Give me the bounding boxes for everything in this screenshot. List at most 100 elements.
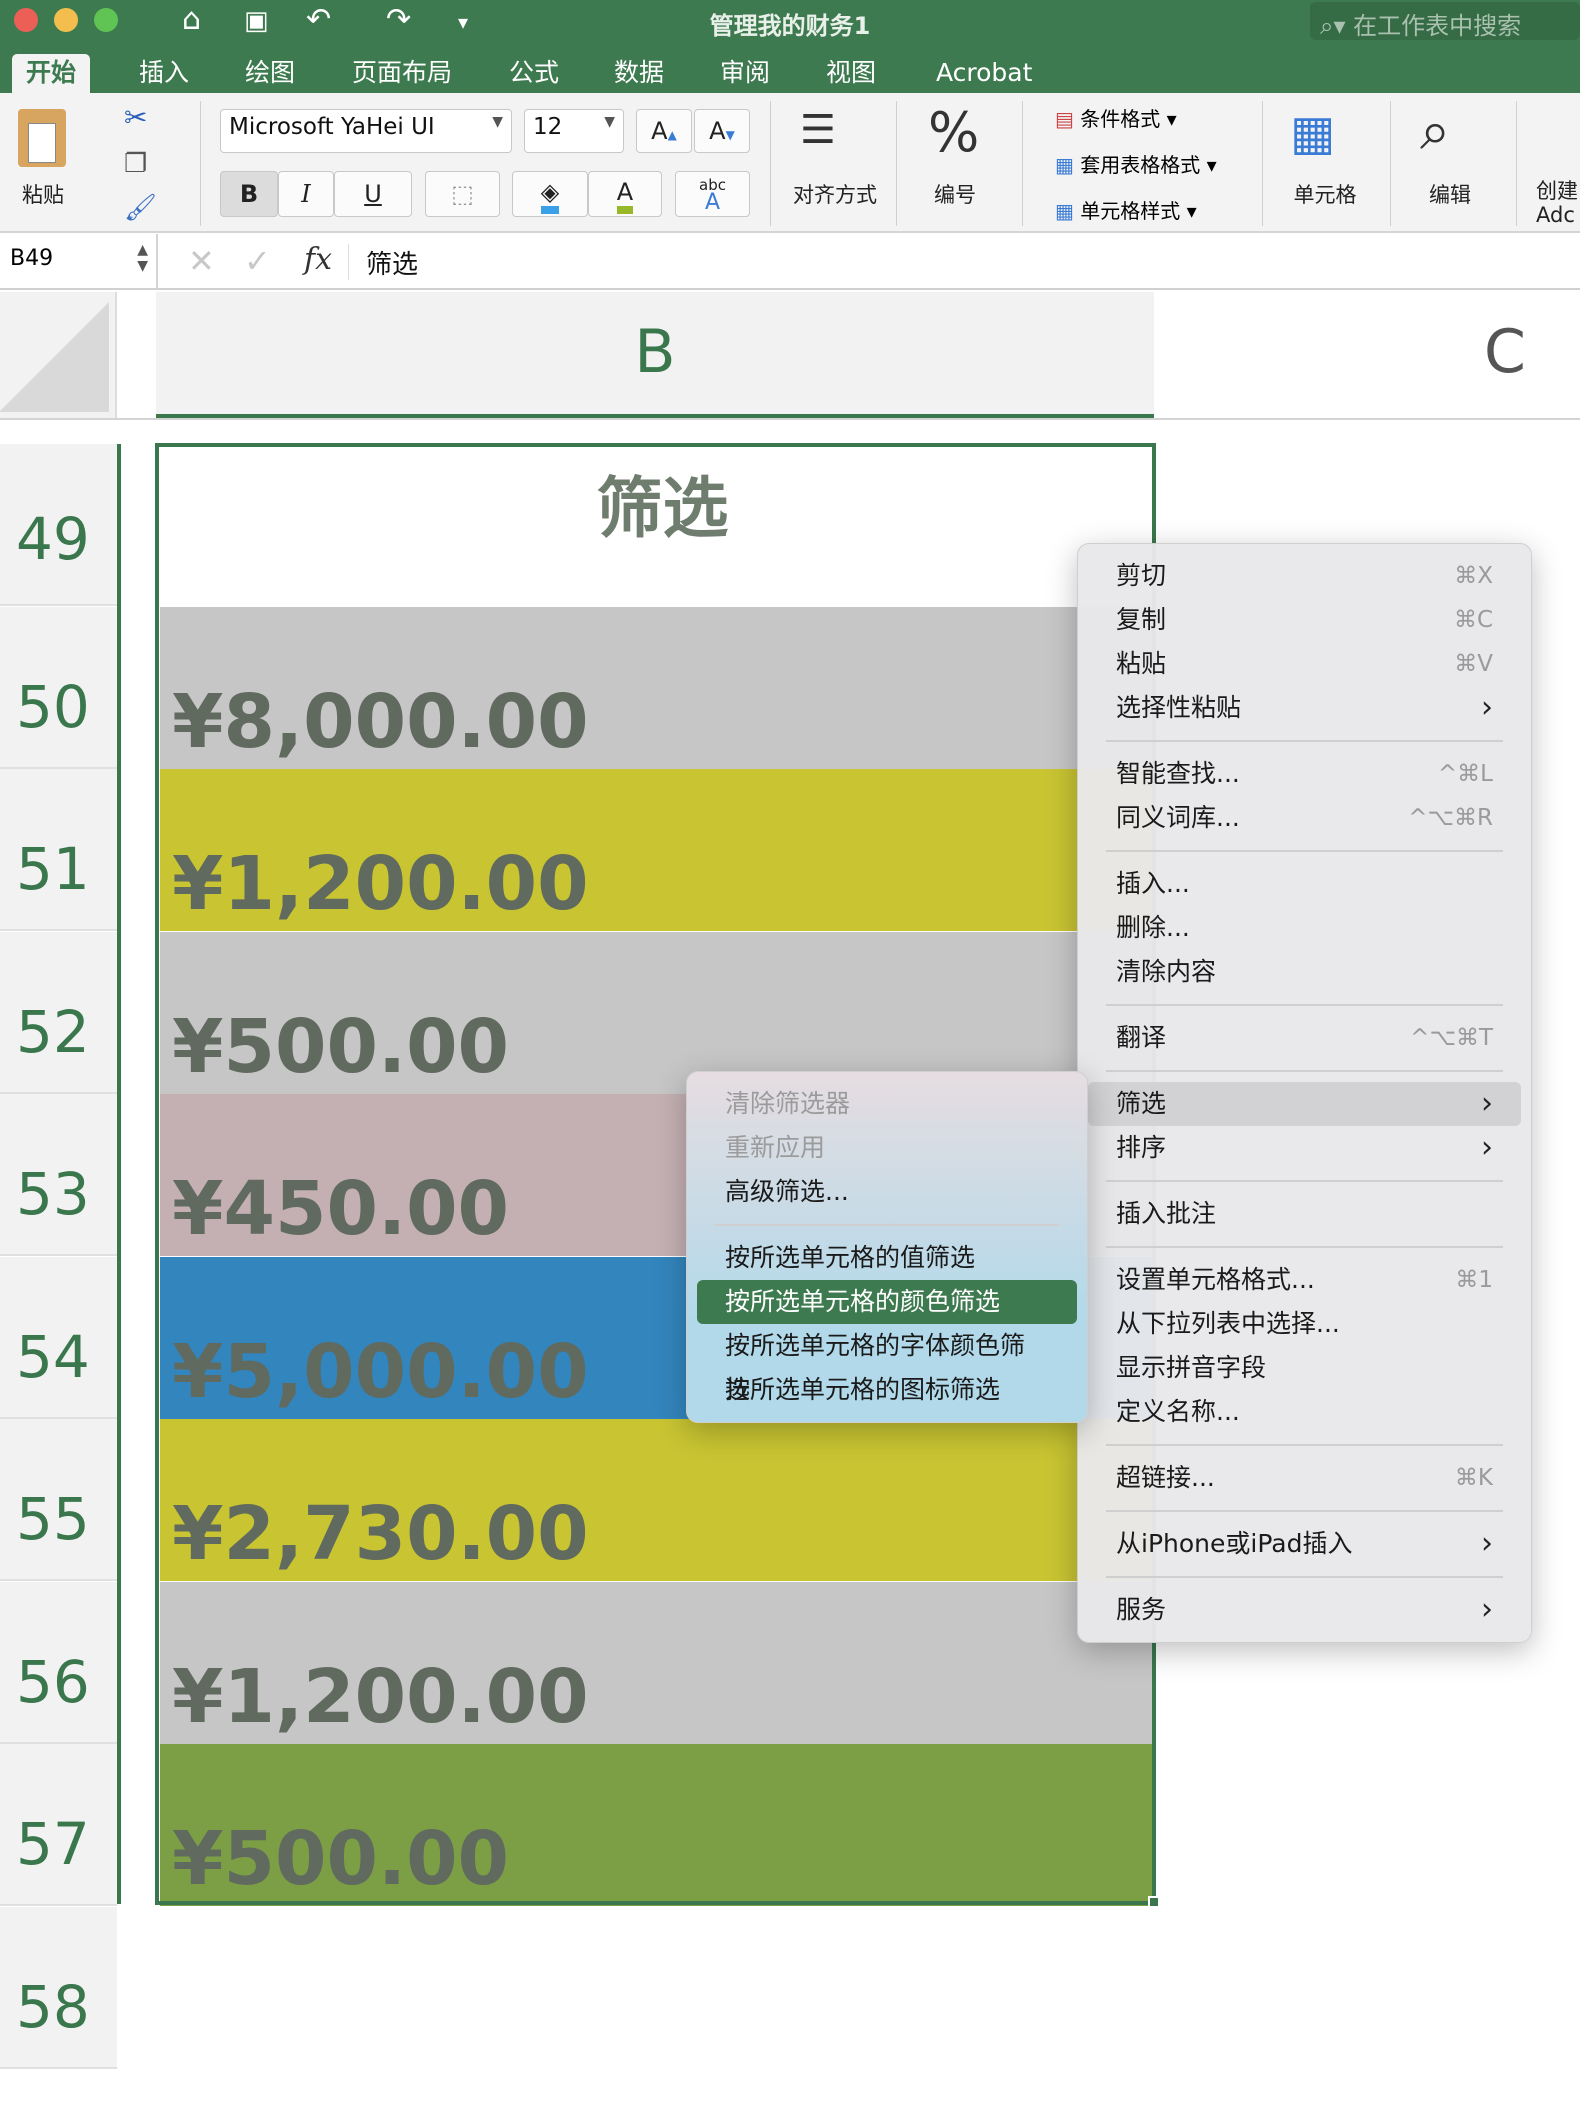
cut-icon[interactable]: ✂ xyxy=(124,101,147,134)
menu-item[interactable]: 从下拉列表中选择... xyxy=(1088,1302,1521,1346)
font-name-select[interactable]: Microsoft YaHei UI ▼ xyxy=(220,109,512,153)
font-size-select[interactable]: 12 ▼ xyxy=(524,109,624,153)
chevron-right-icon: › xyxy=(1481,1130,1493,1165)
font-color-button[interactable]: A xyxy=(588,171,662,217)
menu-item[interactable]: 设置单元格格式... ⌘1 xyxy=(1088,1258,1521,1302)
shortcut-label: ^⌘L xyxy=(1437,761,1493,787)
menu-item[interactable]: 粘贴 ⌘V xyxy=(1088,642,1521,686)
grow-font-button[interactable]: A▲ xyxy=(636,109,692,153)
menu-item[interactable]: 高级筛选... xyxy=(697,1170,1077,1214)
menu-item[interactable]: 按所选单元格的图标筛选 xyxy=(697,1368,1077,1412)
menu-item[interactable]: 按所选单元格的颜色筛选 xyxy=(697,1280,1077,1324)
name-box[interactable]: B49 ▲ ▼ xyxy=(0,234,158,288)
conditional-format-button[interactable]: ▤ 条件格式 ▾ xyxy=(1055,103,1177,132)
row-header[interactable]: 58 xyxy=(0,1906,117,2069)
format-painter-icon[interactable]: 🖌 xyxy=(124,193,157,223)
column-header-b[interactable]: B xyxy=(156,292,1154,418)
sheet-search-input[interactable]: ⌕▾ 在工作表中搜索 xyxy=(1310,2,1580,40)
copy-icon[interactable]: ❐ xyxy=(124,149,147,179)
menu-item-label: 按所选单元格的值筛选 xyxy=(725,1243,976,1272)
formula-input[interactable]: 筛选 xyxy=(366,244,418,281)
tab-data[interactable]: 数据 xyxy=(600,54,678,93)
menu-item[interactable]: 重新应用 xyxy=(697,1126,1077,1170)
row-header[interactable]: 52 xyxy=(0,931,117,1094)
menu-separator xyxy=(1078,1434,1531,1456)
menu-item[interactable]: 剪切 ⌘X xyxy=(1088,554,1521,598)
row-header[interactable]: 55 xyxy=(0,1419,117,1581)
alignment-button[interactable]: 对齐方式 xyxy=(785,179,885,209)
format-as-table-button[interactable]: ▦ 套用表格格式 ▾ xyxy=(1055,149,1217,178)
fill-handle[interactable] xyxy=(1148,1896,1160,1908)
select-all-corner[interactable] xyxy=(0,292,117,418)
paste-icon[interactable] xyxy=(18,109,66,167)
tab-insert[interactable]: 插入 xyxy=(125,54,203,93)
row-header[interactable]: 49 xyxy=(0,444,117,606)
edit-button[interactable]: 编辑 xyxy=(1415,179,1485,209)
menu-item[interactable]: 清除筛选器 xyxy=(697,1082,1077,1126)
row-header[interactable]: 54 xyxy=(0,1256,117,1419)
menu-item[interactable]: 删除... xyxy=(1088,906,1521,950)
tab-view[interactable]: 视图 xyxy=(812,54,890,93)
menu-item[interactable]: 插入批注 xyxy=(1088,1192,1521,1236)
menu-item[interactable]: 同义词库... ^⌥⌘R xyxy=(1088,796,1521,840)
row-header[interactable]: 50 xyxy=(0,606,117,769)
row-header[interactable]: 56 xyxy=(0,1581,117,1744)
chevron-right-icon: › xyxy=(1481,1526,1493,1561)
font-name-value: Microsoft YaHei UI xyxy=(229,114,435,140)
menu-item[interactable]: 按所选单元格的字体颜色筛选 xyxy=(697,1324,1077,1404)
create-adobe-pdf-button[interactable]: 创建 Adc xyxy=(1536,179,1578,227)
menu-item[interactable]: 超链接... ⌘K xyxy=(1088,1456,1521,1500)
percent-icon[interactable]: % xyxy=(928,101,979,164)
menu-item[interactable]: 服务 › xyxy=(1088,1588,1521,1632)
menu-item[interactable]: 排序 › xyxy=(1088,1126,1521,1170)
menu-item-label: 清除筛选器 xyxy=(725,1089,851,1118)
row-header[interactable]: 53 xyxy=(0,1094,117,1256)
menu-item[interactable]: 定义名称... xyxy=(1088,1390,1521,1434)
row-header[interactable]: 51 xyxy=(0,769,117,931)
tab-formulas[interactable]: 公式 xyxy=(495,54,573,93)
row-header[interactable]: 57 xyxy=(0,1744,117,1906)
menu-item-label: 排序 xyxy=(1116,1133,1167,1162)
cancel-icon[interactable]: ✕ xyxy=(188,242,215,280)
underline-button[interactable]: U xyxy=(334,171,412,217)
menu-item[interactable]: 智能查找... ^⌘L xyxy=(1088,752,1521,796)
shortcut-label: ⌘C xyxy=(1453,607,1493,633)
cells-button[interactable]: 单元格 xyxy=(1285,179,1365,209)
insert-function-button[interactable]: fx xyxy=(304,242,332,277)
tab-page-layout[interactable]: 页面布局 xyxy=(338,54,466,93)
menu-item[interactable]: 筛选 › xyxy=(1088,1082,1521,1126)
shrink-font-button[interactable]: A▼ xyxy=(694,109,750,153)
confirm-icon[interactable]: ✓ xyxy=(244,242,271,280)
column-header-c[interactable]: C xyxy=(1154,292,1580,418)
menu-item[interactable]: 翻译 ^⌥⌘T xyxy=(1088,1016,1521,1060)
menu-item[interactable]: 清除内容 xyxy=(1088,950,1521,994)
menu-item[interactable]: 选择性粘贴 › xyxy=(1088,686,1521,730)
borders-button[interactable]: ⬚ xyxy=(425,171,500,217)
fill-color-button[interactable]: ◈ xyxy=(512,171,588,217)
menu-item-label: 智能查找... xyxy=(1116,759,1240,788)
number-format-button[interactable]: 编号 xyxy=(920,179,990,209)
tab-draw[interactable]: 绘图 xyxy=(231,54,309,93)
menu-item[interactable]: 显示拼音字段 xyxy=(1088,1346,1521,1390)
bold-button[interactable]: B xyxy=(220,171,278,217)
menu-item[interactable]: 从iPhone或iPad插入 › xyxy=(1088,1522,1521,1566)
cell-styles-button[interactable]: ▦ 单元格样式 ▾ xyxy=(1055,195,1197,224)
align-icon[interactable]: ☰ xyxy=(800,107,836,153)
divider xyxy=(1390,101,1391,226)
table-cell[interactable] xyxy=(160,1906,1153,2069)
menu-item[interactable]: 按所选单元格的值筛选 xyxy=(697,1236,1077,1280)
tab-acrobat[interactable]: Acrobat xyxy=(922,54,1046,93)
menu-item-label: 按所选单元格的颜色筛选 xyxy=(725,1287,1001,1316)
magnifier-icon[interactable]: ⌕ xyxy=(1420,99,1450,163)
menu-item-label: 剪切 xyxy=(1116,561,1167,590)
menu-item[interactable]: 插入... xyxy=(1088,862,1521,906)
menu-item-label: 超链接... xyxy=(1116,1463,1215,1492)
menu-item-label: 插入... xyxy=(1116,869,1190,898)
italic-button[interactable]: I xyxy=(278,171,334,217)
tab-review[interactable]: 审阅 xyxy=(706,54,784,93)
cells-icon[interactable]: ▦ xyxy=(1290,105,1335,161)
tab-home[interactable]: 开始 xyxy=(12,54,91,93)
phonetic-button[interactable]: abc A xyxy=(675,171,750,217)
menu-item[interactable]: 复制 ⌘C xyxy=(1088,598,1521,642)
title-bar: ⌂ ▣ ↶ ↷ ▾ 管理我的财务1 ⌕▾ 在工作表中搜索 xyxy=(0,0,1580,50)
